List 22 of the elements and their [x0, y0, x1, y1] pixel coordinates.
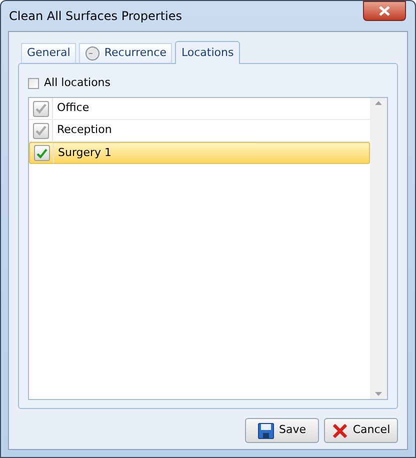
close-button[interactable] [363, 1, 406, 21]
checkbox[interactable] [28, 78, 39, 88]
all-locations-checkbox[interactable]: All locations [28, 75, 111, 91]
scroll-down-icon[interactable] [375, 392, 382, 396]
scroll-up-icon[interactable] [375, 101, 382, 105]
checkbox[interactable] [32, 100, 48, 116]
checkbox[interactable] [34, 145, 50, 161]
location-name: Reception [56, 122, 112, 138]
location-row[interactable]: Surgery 1 [29, 142, 370, 164]
cancel-button[interactable]: Cancel [324, 418, 398, 443]
tab[interactable]: General [21, 43, 76, 63]
location-name: Office [56, 100, 90, 116]
tab[interactable]: Recurrence [79, 43, 172, 63]
location-row[interactable]: Office [29, 98, 370, 120]
location-name: Surgery 1 [57, 144, 112, 161]
cross-icon [332, 422, 348, 438]
close-icon [379, 6, 390, 16]
window-title: Clean All Surfaces Properties [8, 8, 182, 25]
tab[interactable]: Locations [175, 41, 240, 64]
clock-icon [85, 46, 100, 61]
checkbox[interactable] [32, 122, 48, 138]
save-button[interactable]: Save [245, 418, 319, 443]
